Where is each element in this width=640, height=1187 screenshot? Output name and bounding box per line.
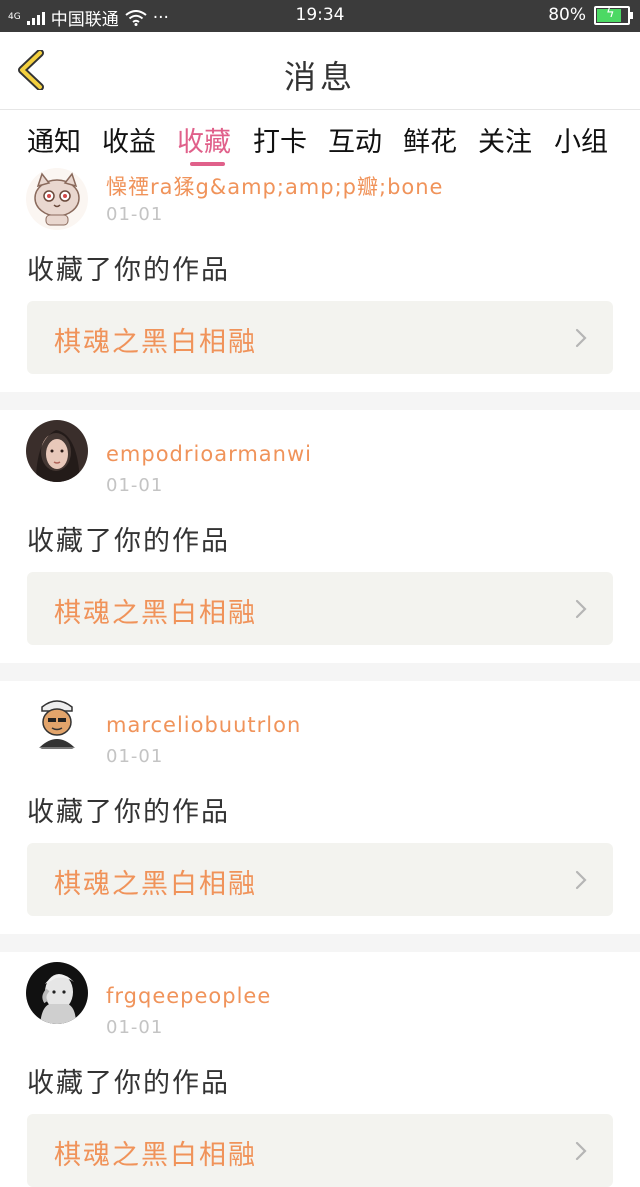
list-item: 懆禋ra猱g&amp;amp;p瓣;bone 01-01 收藏了你的作品 棋魂之… bbox=[0, 166, 640, 392]
action-text: 收藏了你的作品 bbox=[27, 1068, 230, 1099]
list-item: marceliobuutrlon 01-01 收藏了你的作品 棋魂之黑白相融 bbox=[0, 681, 640, 934]
battery-percent: 80% bbox=[548, 5, 586, 25]
nav-header: 消息 bbox=[0, 32, 640, 110]
avatar[interactable] bbox=[26, 962, 88, 1024]
tab-favorites[interactable]: 收藏 bbox=[177, 120, 231, 159]
tab-groups[interactable]: 小组 bbox=[554, 120, 608, 159]
work-title: 棋魂之黑白相融 bbox=[54, 869, 257, 900]
cat-avatar-image bbox=[26, 168, 88, 230]
chevron-right-icon bbox=[575, 599, 587, 619]
cartoon-avatar-image bbox=[26, 691, 88, 753]
tab-notifications[interactable]: 通知 bbox=[27, 120, 81, 159]
divider bbox=[0, 663, 640, 681]
tab-flowers[interactable]: 鲜花 bbox=[403, 120, 457, 159]
work-link[interactable]: 棋魂之黑白相融 bbox=[27, 572, 613, 645]
avatar[interactable] bbox=[26, 168, 88, 230]
timestamp: 01-01 bbox=[106, 204, 164, 225]
chevron-right-icon bbox=[575, 1141, 587, 1161]
work-link[interactable]: 棋魂之黑白相融 bbox=[27, 843, 613, 916]
clock: 19:34 bbox=[295, 5, 345, 25]
message-list: 懆禋ra猱g&amp;amp;p瓣;bone 01-01 收藏了你的作品 棋魂之… bbox=[0, 166, 640, 1187]
tab-bar: 通知 收益 收藏 打卡 互动 鲜花 关注 小组 bbox=[0, 110, 640, 166]
divider bbox=[0, 934, 640, 952]
username[interactable]: 懆禋ra猱g&amp;amp;p瓣;bone bbox=[106, 171, 443, 201]
status-bar: 4G 中国联通 ··· 19:34 80% ϟ bbox=[0, 0, 640, 32]
work-title: 棋魂之黑白相融 bbox=[54, 1140, 257, 1171]
tab-earnings[interactable]: 收益 bbox=[102, 120, 156, 159]
work-title: 棋魂之黑白相融 bbox=[54, 327, 257, 358]
username[interactable]: empodrioarmanwi bbox=[106, 442, 312, 466]
avatar[interactable] bbox=[26, 691, 88, 753]
timestamp: 01-01 bbox=[106, 746, 164, 767]
timestamp: 01-01 bbox=[106, 475, 164, 496]
bw-portrait-avatar-image bbox=[26, 962, 88, 1024]
list-item: empodrioarmanwi 01-01 收藏了你的作品 棋魂之黑白相融 bbox=[0, 410, 640, 663]
action-text: 收藏了你的作品 bbox=[27, 526, 230, 557]
tab-checkin[interactable]: 打卡 bbox=[253, 120, 307, 159]
work-title: 棋魂之黑白相融 bbox=[54, 598, 257, 629]
chevron-right-icon bbox=[575, 870, 587, 890]
divider bbox=[0, 392, 640, 410]
list-item: frgqeepeoplee 01-01 收藏了你的作品 棋魂之黑白相融 bbox=[0, 952, 640, 1187]
portrait-avatar-image bbox=[26, 420, 88, 482]
work-link[interactable]: 棋魂之黑白相融 bbox=[27, 301, 613, 374]
action-text: 收藏了你的作品 bbox=[27, 255, 230, 286]
username[interactable]: frgqeepeoplee bbox=[106, 984, 271, 1008]
battery-icon: ϟ bbox=[594, 5, 633, 25]
username[interactable]: marceliobuutrlon bbox=[106, 713, 301, 737]
timestamp: 01-01 bbox=[106, 1017, 164, 1038]
charging-icon: ϟ bbox=[606, 5, 615, 21]
page-title: 消息 bbox=[283, 58, 356, 96]
work-link[interactable]: 棋魂之黑白相融 bbox=[27, 1114, 613, 1187]
tab-follows[interactable]: 关注 bbox=[478, 120, 532, 159]
avatar[interactable] bbox=[26, 420, 88, 482]
chevron-right-icon bbox=[575, 328, 587, 348]
action-text: 收藏了你的作品 bbox=[27, 797, 230, 828]
tab-interactions[interactable]: 互动 bbox=[328, 120, 382, 159]
